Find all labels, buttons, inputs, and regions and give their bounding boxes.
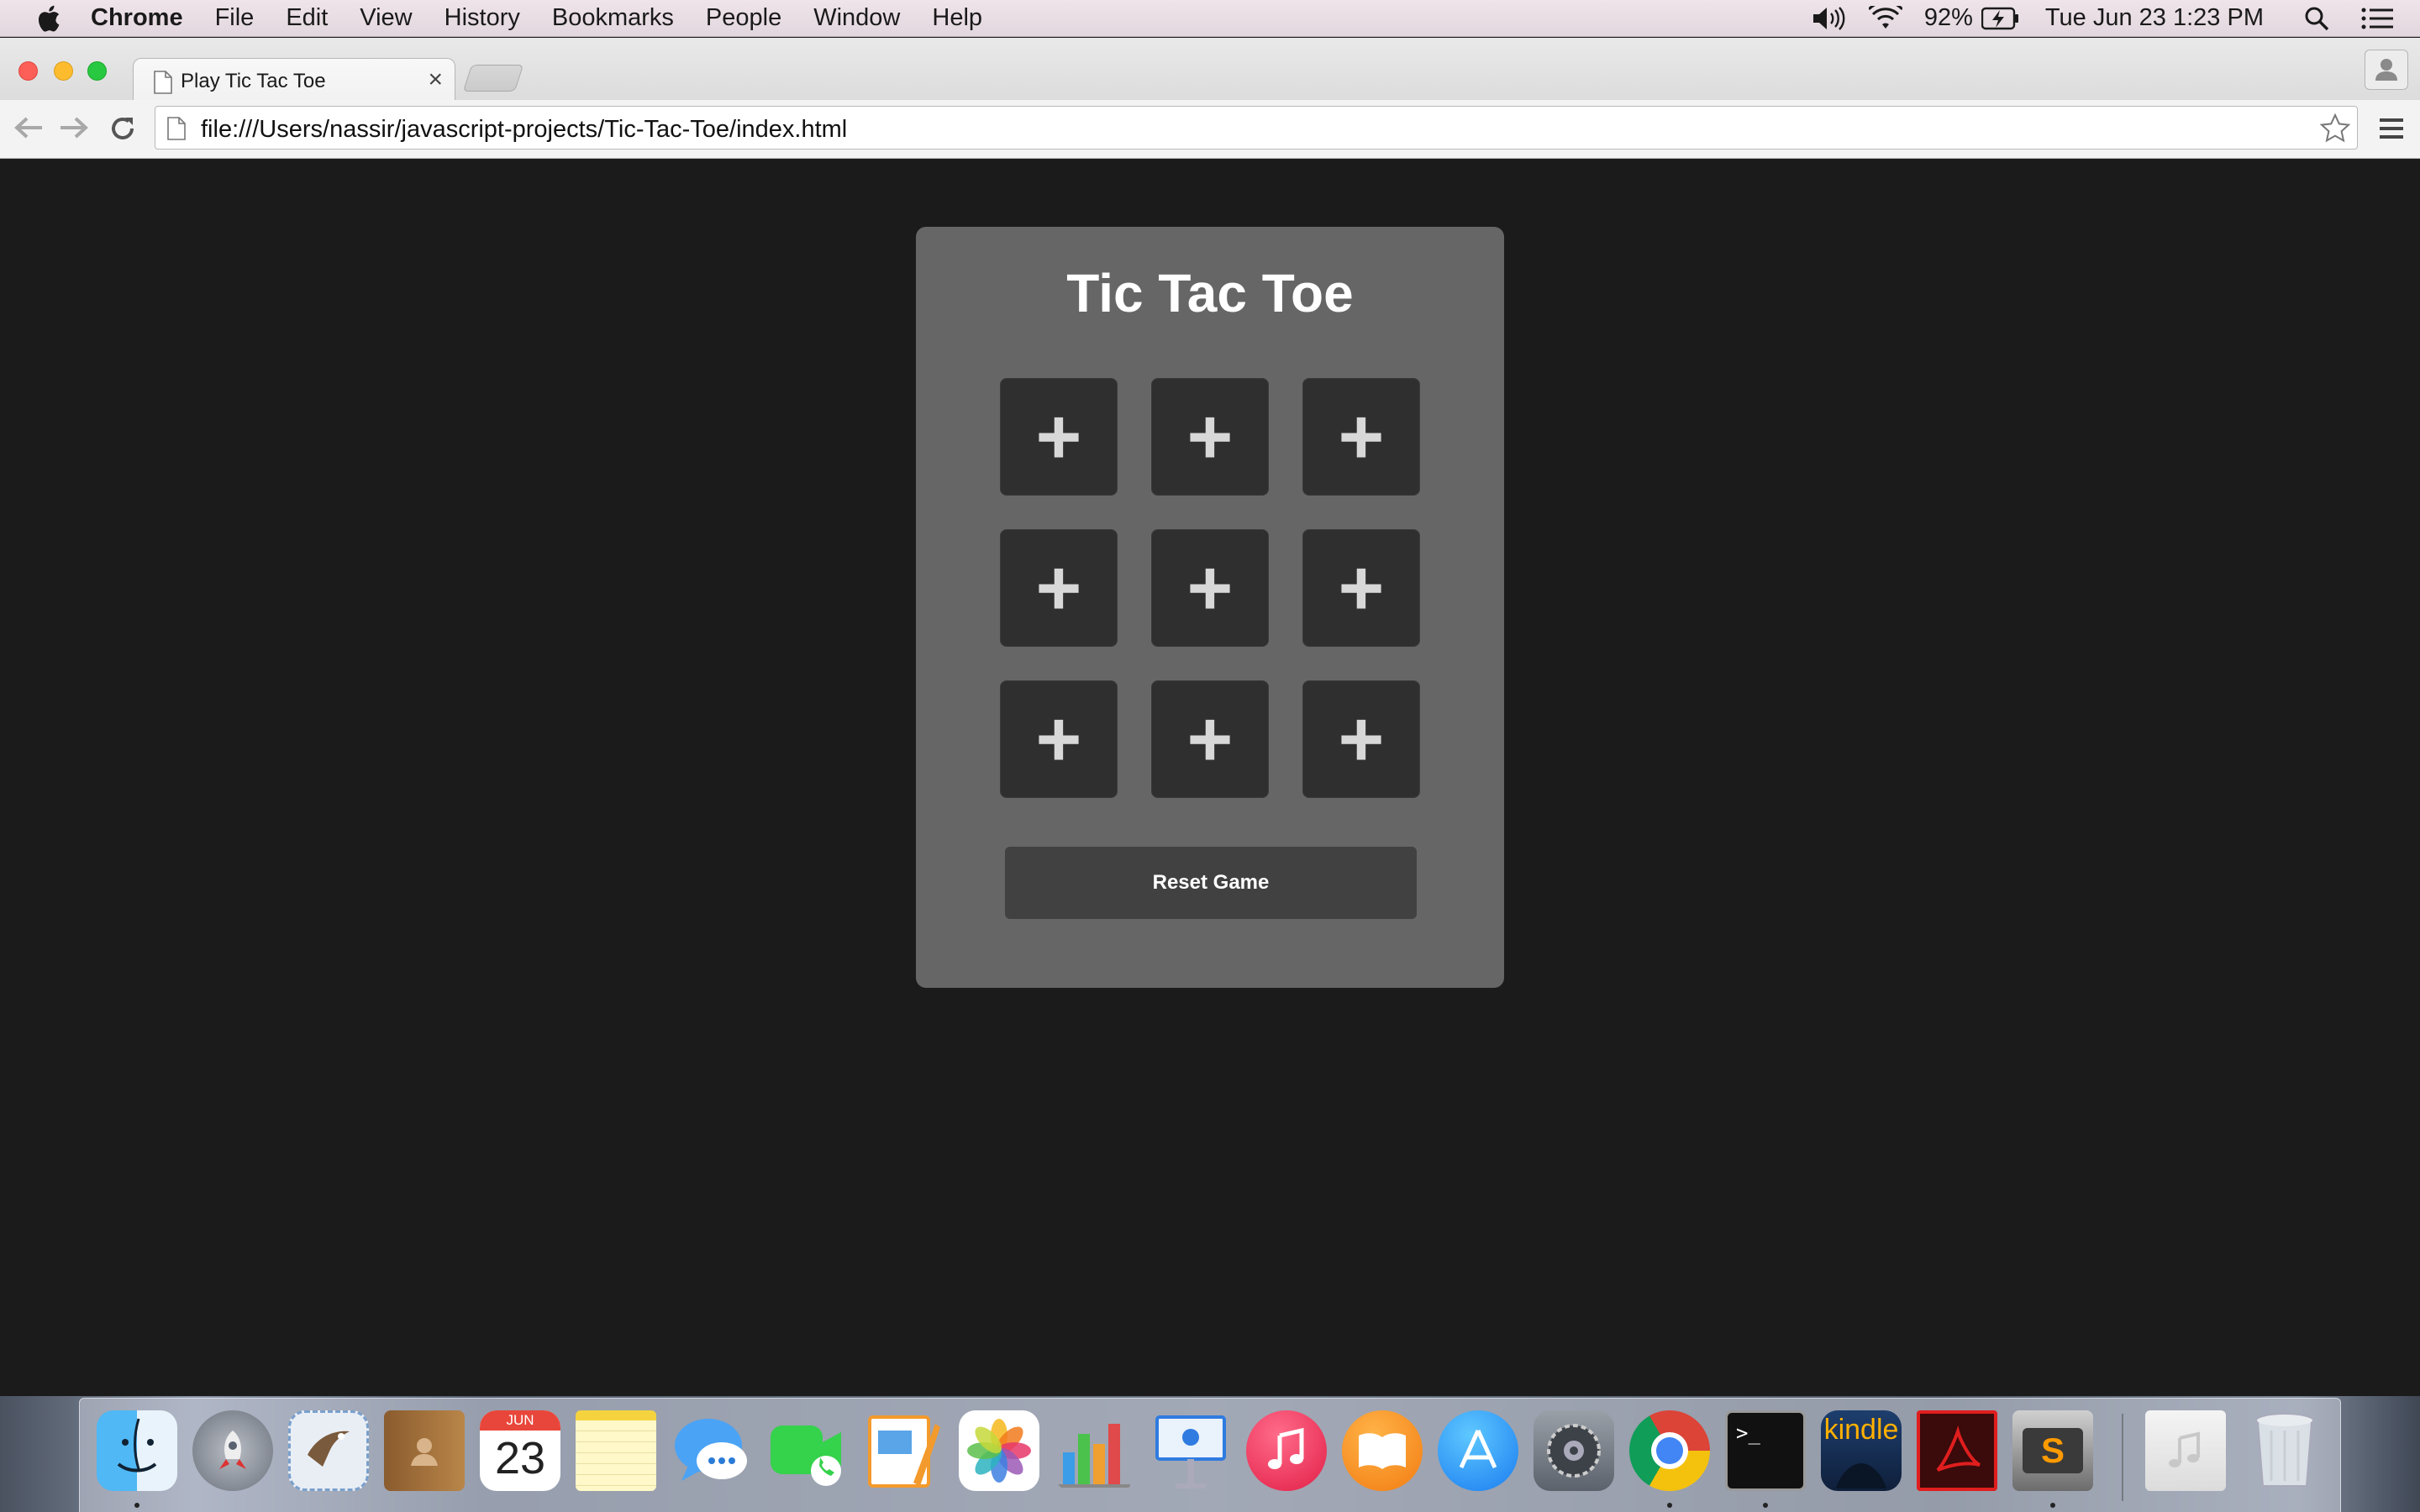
browser-toolbar: file:///Users/nassir/javascript-projects… bbox=[0, 100, 2420, 159]
tab-title: Play Tic Tac Toe bbox=[181, 70, 326, 92]
kindle-icon[interactable]: kindle bbox=[1821, 1410, 1902, 1491]
menu-view[interactable]: View bbox=[360, 4, 412, 32]
plus-icon: + bbox=[1186, 392, 1234, 480]
calendar-icon[interactable]: JUN 23 bbox=[480, 1410, 560, 1491]
board-cell-1[interactable]: + bbox=[1000, 378, 1118, 496]
running-indicator bbox=[1667, 1503, 1672, 1508]
numbers-icon[interactable] bbox=[1055, 1410, 1135, 1491]
menubar-clock[interactable]: Tue Jun 23 1:23 PM bbox=[2045, 4, 2264, 32]
running-indicator bbox=[2050, 1503, 2055, 1508]
sublime-letter: S bbox=[2040, 1431, 2065, 1470]
facetime-icon[interactable] bbox=[767, 1410, 848, 1491]
plus-icon: + bbox=[1035, 392, 1082, 480]
acrobat-icon[interactable] bbox=[1917, 1410, 1997, 1491]
board-cell-5[interactable]: + bbox=[1151, 529, 1269, 647]
game-title: Tic Tac Toe bbox=[1066, 263, 1354, 323]
menu-bookmarks[interactable]: Bookmarks bbox=[552, 4, 674, 32]
battery-charging-icon[interactable] bbox=[1981, 7, 2020, 30]
plus-icon: + bbox=[1035, 695, 1082, 783]
volume-icon[interactable] bbox=[1812, 6, 1847, 31]
wifi-icon[interactable] bbox=[1868, 5, 1902, 31]
app-store-icon[interactable] bbox=[1438, 1410, 1518, 1491]
sublime-text-icon[interactable]: S bbox=[2012, 1410, 2093, 1491]
terminal-icon[interactable]: >_ bbox=[1725, 1410, 1806, 1491]
browser-tab[interactable]: Play Tic Tac Toe × bbox=[133, 58, 455, 102]
ibooks-icon[interactable] bbox=[1342, 1410, 1423, 1491]
notes-icon[interactable] bbox=[576, 1410, 656, 1491]
menu-help[interactable]: Help bbox=[932, 4, 982, 32]
reload-icon[interactable] bbox=[109, 115, 136, 142]
game-container: Tic Tac Toe + + + + + + + + + Reset Game bbox=[916, 227, 1504, 988]
apple-icon[interactable] bbox=[34, 3, 62, 34]
profile-button[interactable] bbox=[2365, 50, 2408, 90]
board-cell-8[interactable]: + bbox=[1151, 680, 1269, 798]
tab-close-icon[interactable]: × bbox=[428, 66, 443, 94]
launchpad-icon[interactable] bbox=[192, 1410, 273, 1491]
menu-history[interactable]: History bbox=[445, 4, 520, 32]
tab-strip: Play Tic Tac Toe × bbox=[0, 38, 2420, 102]
contacts-icon[interactable] bbox=[384, 1410, 465, 1491]
url-text[interactable]: file:///Users/nassir/javascript-projects… bbox=[201, 116, 847, 144]
menu-people[interactable]: People bbox=[706, 4, 781, 32]
plus-icon: + bbox=[1338, 392, 1385, 480]
keynote-icon[interactable] bbox=[1150, 1410, 1231, 1491]
plus-icon: + bbox=[1186, 543, 1234, 632]
window-close-button[interactable] bbox=[18, 61, 38, 81]
page-viewport: Tic Tac Toe + + + + + + + + + Reset Game bbox=[0, 160, 2420, 1396]
running-indicator bbox=[1763, 1503, 1768, 1508]
bookmark-star-icon[interactable] bbox=[2320, 113, 2350, 144]
trash-icon[interactable] bbox=[2244, 1410, 2325, 1491]
plus-icon: + bbox=[1338, 695, 1385, 783]
menu-app-name[interactable]: Chrome bbox=[91, 4, 183, 32]
new-tab-button[interactable] bbox=[462, 65, 524, 92]
board-cell-3[interactable]: + bbox=[1302, 378, 1420, 496]
menu-edit[interactable]: Edit bbox=[286, 4, 328, 32]
kindle-label: kindle bbox=[1823, 1414, 1899, 1446]
board-cell-2[interactable]: + bbox=[1151, 378, 1269, 496]
menu-window[interactable]: Window bbox=[813, 4, 900, 32]
window-zoom-button[interactable] bbox=[87, 61, 107, 81]
chrome-menu-icon[interactable] bbox=[2378, 117, 2405, 140]
board-cell-9[interactable]: + bbox=[1302, 680, 1420, 798]
plus-icon: + bbox=[1186, 695, 1234, 783]
mail-icon[interactable] bbox=[288, 1410, 369, 1491]
plus-icon: + bbox=[1338, 543, 1385, 632]
terminal-prompt: >_ bbox=[1736, 1421, 1760, 1445]
chrome-icon[interactable] bbox=[1629, 1410, 1710, 1491]
system-preferences-icon[interactable] bbox=[1534, 1410, 1614, 1491]
calendar-day: 23 bbox=[494, 1433, 546, 1483]
back-arrow-icon[interactable] bbox=[13, 115, 44, 140]
spotlight-search-icon[interactable] bbox=[2304, 6, 2329, 31]
page-icon bbox=[154, 71, 172, 94]
music-folder-icon[interactable] bbox=[2145, 1410, 2226, 1491]
photos-icon[interactable] bbox=[959, 1410, 1039, 1491]
dock: JUN 23 >_ kindle S bbox=[79, 1398, 2341, 1512]
dock-separator bbox=[2122, 1414, 2123, 1501]
notification-center-icon[interactable] bbox=[2361, 7, 2393, 30]
running-indicator bbox=[134, 1503, 139, 1508]
menu-file[interactable]: File bbox=[215, 4, 255, 32]
menubar: Chrome File Edit View History Bookmarks … bbox=[0, 0, 2420, 37]
board-cell-6[interactable]: + bbox=[1302, 529, 1420, 647]
window-minimize-button[interactable] bbox=[54, 61, 73, 81]
itunes-icon[interactable] bbox=[1246, 1410, 1327, 1491]
address-bar[interactable]: file:///Users/nassir/javascript-projects… bbox=[155, 106, 2358, 150]
calendar-month: JUN bbox=[480, 1410, 560, 1431]
finder-icon[interactable] bbox=[97, 1410, 177, 1491]
messages-icon[interactable] bbox=[671, 1410, 752, 1491]
page-icon bbox=[167, 117, 186, 140]
board-cell-4[interactable]: + bbox=[1000, 529, 1118, 647]
forward-arrow-icon[interactable] bbox=[59, 115, 89, 140]
plus-icon: + bbox=[1035, 543, 1082, 632]
battery-percent: 92% bbox=[1923, 4, 1973, 31]
profile-icon bbox=[2375, 59, 2397, 81]
board-cell-7[interactable]: + bbox=[1000, 680, 1118, 798]
pages-icon[interactable] bbox=[863, 1410, 944, 1491]
reset-game-button[interactable]: Reset Game bbox=[1005, 847, 1417, 919]
